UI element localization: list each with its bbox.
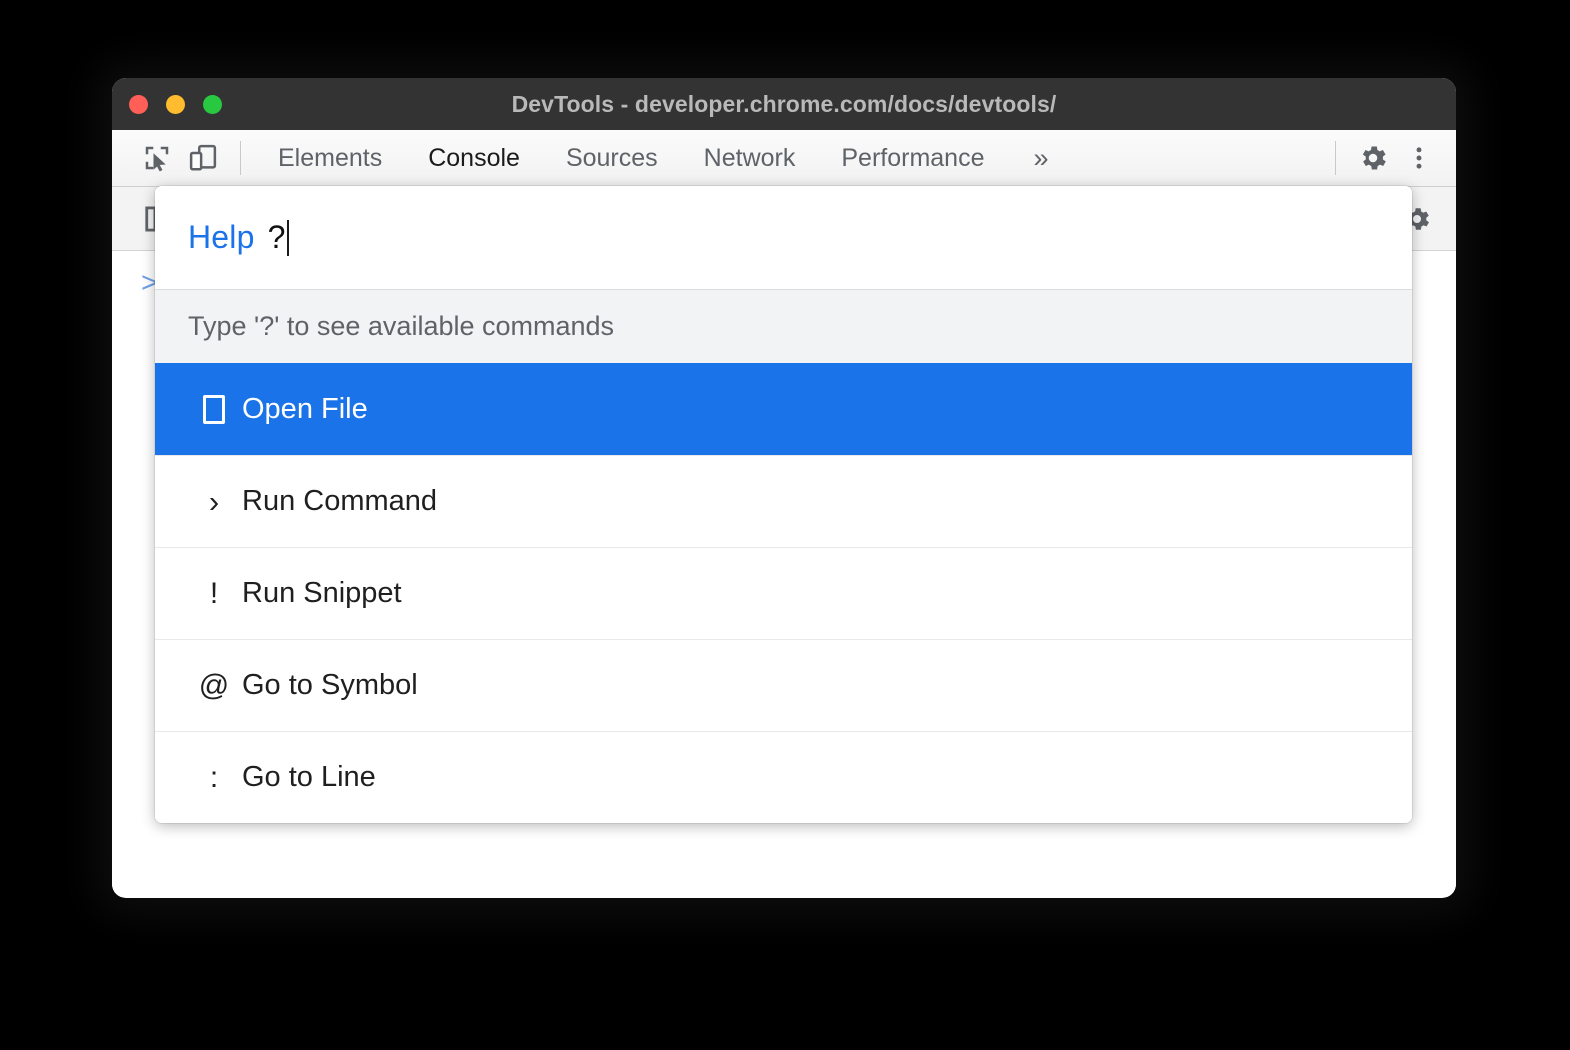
close-window-button[interactable]: [129, 95, 148, 114]
command-menu-prefix: Help: [188, 219, 255, 256]
colon-icon: :: [188, 763, 240, 793]
tab-console[interactable]: Console: [405, 144, 543, 173]
command-item-go-to-symbol[interactable]: @ Go to Symbol: [155, 639, 1412, 731]
command-item-run-command[interactable]: › Run Command: [155, 455, 1412, 547]
text-cursor: [287, 220, 289, 256]
window-titlebar: DevTools - developer.chrome.com/docs/dev…: [112, 78, 1456, 130]
command-menu-hint: Type '?' to see available commands: [155, 289, 1412, 363]
chevron-right-icon: ›: [188, 486, 240, 517]
command-menu-dialog: Help ? Type '?' to see available command…: [155, 186, 1412, 823]
command-menu-query: ?: [268, 219, 286, 256]
device-toolbar-icon[interactable]: [180, 136, 226, 180]
at-sign-icon: @: [188, 671, 240, 701]
command-item-label: Run Snippet: [242, 577, 402, 610]
tab-sources[interactable]: Sources: [543, 144, 681, 173]
command-item-label: Open File: [242, 393, 368, 426]
tab-performance[interactable]: Performance: [818, 144, 1007, 173]
toolbar-right-group: [1321, 136, 1442, 180]
command-item-label: Go to Line: [242, 761, 376, 794]
traffic-lights: [129, 78, 222, 130]
exclamation-icon: !: [188, 579, 240, 609]
command-item-open-file[interactable]: Open File: [155, 363, 1412, 455]
kebab-menu-icon[interactable]: [1396, 136, 1442, 180]
maximize-window-button[interactable]: [203, 95, 222, 114]
devtools-window: DevTools - developer.chrome.com/docs/dev…: [112, 78, 1456, 898]
file-icon: [188, 395, 240, 424]
command-item-label: Go to Symbol: [242, 669, 418, 702]
gear-icon[interactable]: [1350, 136, 1396, 180]
tab-network[interactable]: Network: [681, 144, 819, 173]
inspect-element-icon[interactable]: [134, 136, 180, 180]
window-title: DevTools - developer.chrome.com/docs/dev…: [112, 91, 1456, 118]
tab-elements[interactable]: Elements: [255, 144, 405, 173]
command-item-run-snippet[interactable]: ! Run Snippet: [155, 547, 1412, 639]
command-menu-list: Open File › Run Command ! Run Snippet @ …: [155, 363, 1412, 823]
toolbar-divider-right: [1335, 141, 1336, 175]
minimize-window-button[interactable]: [166, 95, 185, 114]
toolbar-divider-left: [240, 141, 241, 175]
command-menu-input[interactable]: Help ?: [155, 186, 1412, 289]
more-tabs-icon[interactable]: »: [1007, 143, 1072, 174]
panel-tabs: Elements Console Sources Network Perform…: [255, 143, 1073, 174]
command-item-label: Run Command: [242, 485, 437, 518]
devtools-toolbar: Elements Console Sources Network Perform…: [112, 130, 1456, 187]
screen-root: DevTools - developer.chrome.com/docs/dev…: [0, 0, 1570, 1050]
command-item-go-to-line[interactable]: : Go to Line: [155, 731, 1412, 823]
